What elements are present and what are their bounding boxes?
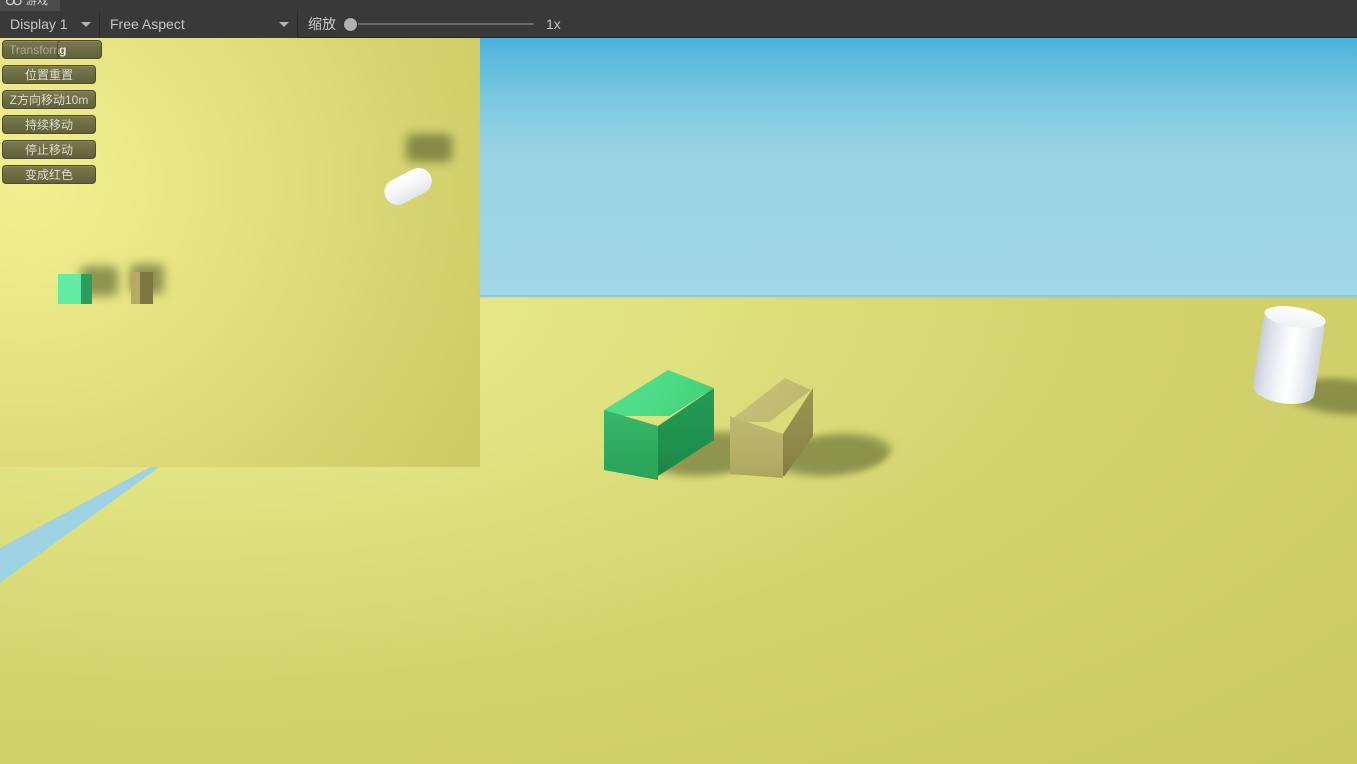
inset-green-cube-front-face — [58, 274, 82, 304]
inset-green-cube-side-face — [81, 274, 92, 304]
game-controller-icon — [6, 0, 22, 6]
green-cube-front-face — [604, 410, 658, 480]
zoom-slider-thumb[interactable] — [344, 17, 357, 31]
turn-red-button[interactable]: 变成红色 — [2, 165, 96, 184]
game-render-surface[interactable]: Transform Tag 位置重置 Z方向移动10m 持续移动 停止移动 变成… — [0, 38, 1357, 764]
tan-cube-top-face — [733, 378, 811, 422]
inset-green-cube — [58, 274, 92, 304]
chevron-down-icon — [81, 21, 91, 27]
inset-tan-cube — [131, 272, 155, 304]
zoom-slider[interactable] — [344, 17, 534, 31]
ongui-button-column: Transform Tag 位置重置 Z方向移动10m 持续移动 停止移动 变成… — [2, 40, 102, 190]
zoom-control-group: 缩放 1x — [298, 11, 561, 38]
turn-red-button-label: 变成红色 — [24, 167, 73, 182]
tag-button-label: Tag — [58, 42, 67, 57]
display-dropdown-label: Display 1 — [10, 16, 68, 32]
transform-button-label: Transform — [9, 42, 64, 57]
reset-position-button-label: 位置重置 — [24, 67, 73, 82]
zoom-value-label: 1x — [546, 16, 561, 32]
continuous-move-button[interactable]: 持续移动 — [2, 115, 96, 134]
inset-tan-cube-side-face — [140, 272, 153, 304]
tag-button[interactable]: Tag — [57, 40, 102, 59]
stop-move-button-label: 停止移动 — [24, 142, 73, 157]
reset-position-button[interactable]: 位置重置 — [2, 65, 96, 84]
tab-strip: 游戏 — [0, 0, 1357, 11]
aspect-ratio-dropdown[interactable]: Free Aspect — [100, 10, 298, 38]
display-dropdown[interactable]: Display 1 — [0, 10, 100, 38]
continuous-move-button-label: 持续移动 — [24, 117, 73, 132]
stop-move-button[interactable]: 停止移动 — [2, 140, 96, 159]
inset-capsule-shadow — [406, 134, 452, 162]
ongui-overlapping-row: Transform Tag — [2, 40, 102, 59]
green-cube — [592, 370, 780, 480]
unity-game-view-window: 游戏 Display 1 Free Aspect 缩放 1x Transform… — [0, 0, 1357, 764]
game-view-toolbar: Display 1 Free Aspect 缩放 1x — [0, 10, 1357, 38]
tab-game[interactable]: 游戏 — [0, 0, 60, 11]
tan-cube — [725, 378, 901, 478]
zoom-label: 缩放 — [308, 16, 336, 32]
move-z-10m-button-label: Z方向移动10m — [9, 92, 89, 107]
zoom-slider-track — [351, 23, 534, 25]
aspect-ratio-label: Free Aspect — [110, 16, 185, 32]
tab-game-label: 游戏 — [26, 0, 48, 7]
white-cylinder — [1245, 301, 1357, 421]
chevron-down-icon — [279, 21, 289, 27]
move-z-10m-button[interactable]: Z方向移动10m — [2, 90, 96, 109]
